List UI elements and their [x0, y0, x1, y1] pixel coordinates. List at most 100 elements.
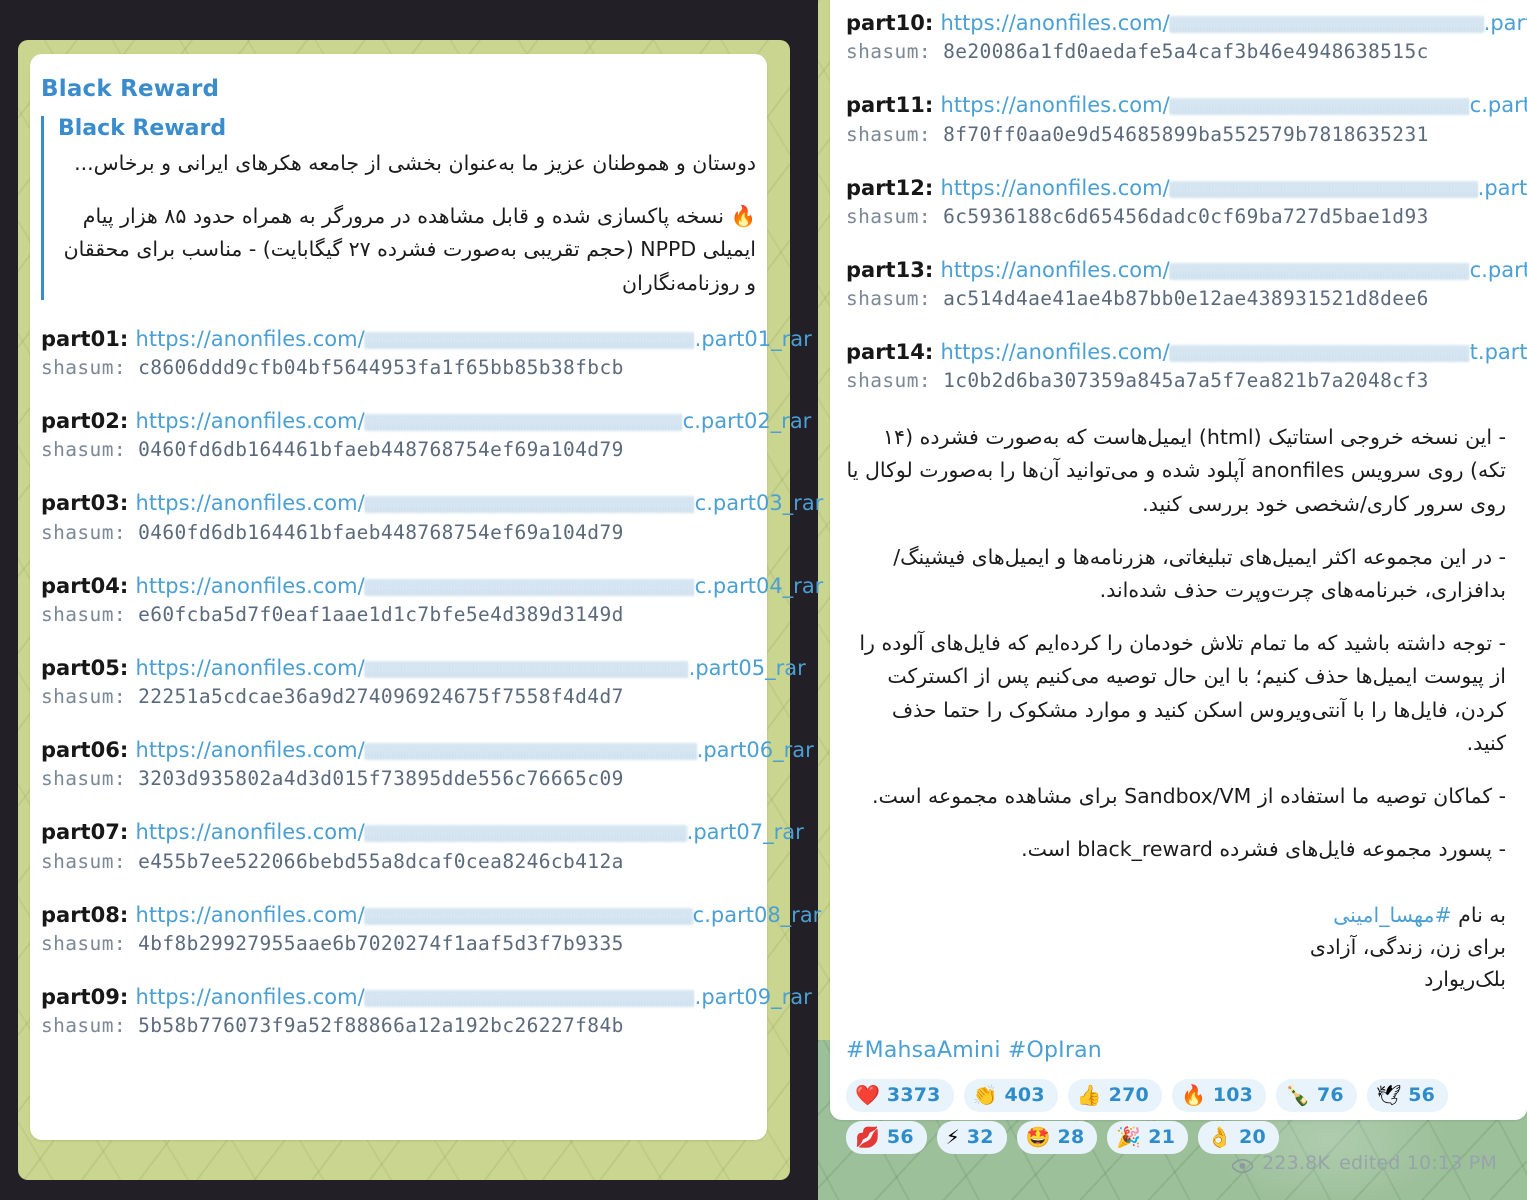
part-url-prefix[interactable]: https://anonfiles.com/: [136, 327, 365, 351]
part-url-suffix[interactable]: c.part04_rar: [695, 574, 824, 598]
quote-paragraph: دوستان و هموطنان عزیز ما به‌عنوان بخشی ا…: [74, 151, 756, 175]
part-url-prefix[interactable]: https://anonfiles.com/: [136, 491, 365, 515]
download-part-row: part05: https://anonfiles.com/ .part05_ra…: [41, 655, 806, 708]
download-part-list-left: part01: https://anonfiles.com/ .part01_ra…: [41, 326, 823, 1038]
shasum-value: 1c0b2d6ba307359a845a7a5f7ea821b7a2048cf3: [943, 369, 1429, 393]
download-part-link-line[interactable]: part02: https://anonfiles.com/c.part02_r…: [41, 408, 811, 434]
download-part-link-line[interactable]: part08: https://anonfiles.com/c.part08_r…: [41, 902, 821, 928]
part-url-suffix[interactable]: .part06_rar: [697, 738, 814, 762]
part-url-prefix[interactable]: https://anonfiles.com/: [941, 93, 1170, 117]
download-part-link-line[interactable]: part05: https://anonfiles.com/ .part05_ra…: [41, 655, 806, 681]
download-part-link-line[interactable]: part11: https://anonfiles.com/c.part11_r…: [846, 92, 1527, 118]
party-reaction[interactable]: 🎉 21: [1107, 1120, 1189, 1154]
part-label: part11:: [846, 93, 941, 118]
download-part-link-line[interactable]: part09: https://anonfiles.com/ .part09_ra…: [41, 984, 812, 1010]
part-url-suffix[interactable]: c.part13_rar: [1470, 258, 1527, 282]
ok-hand-reaction[interactable]: 👌 20: [1198, 1120, 1279, 1154]
download-part-row: part01: https://anonfiles.com/ .part01_ra…: [41, 326, 812, 379]
download-part-link-line[interactable]: part12: https://anonfiles.com/ .part12_ra…: [846, 175, 1527, 201]
kiss-reaction-icon: 💋: [855, 1125, 880, 1150]
quoted-message[interactable]: Black Reward دوستان و هموطنان عزیز ما به…: [41, 116, 756, 300]
clap-reaction-icon: 👏: [972, 1083, 998, 1108]
part-url-suffix[interactable]: .part07_rar: [687, 820, 804, 844]
kiss-reaction[interactable]: 💋 56: [846, 1120, 927, 1154]
part-url-prefix[interactable]: https://anonfiles.com/: [136, 903, 365, 927]
download-part-row: part02: https://anonfiles.com/c.part02_r…: [41, 408, 811, 462]
part-url-prefix[interactable]: https://anonfiles.com/: [941, 176, 1170, 200]
download-part-row: part11: https://anonfiles.com/c.part11_r…: [846, 92, 1527, 145]
shasum-line: shasum: 22251a5cdcae36a9d274096924675f75…: [41, 685, 756, 708]
part-url-suffix[interactable]: .part12_rar: [1478, 176, 1527, 200]
channel-title[interactable]: Black Reward: [41, 76, 756, 102]
part-label: part09:: [41, 984, 136, 1009]
shasum-label: shasum:: [41, 602, 139, 626]
redacted-url-slug: [364, 578, 695, 596]
champagne-reaction[interactable]: 🍾 76: [1276, 1078, 1357, 1112]
part-url-suffix[interactable]: t.part14_rar: [1470, 340, 1527, 364]
quote-paragraph: 🔥 نسخه پاکسازی شده و قابل مشاهده در مرور…: [63, 204, 756, 295]
part-url-suffix[interactable]: c.part02_rar: [683, 409, 812, 433]
mahsa-amini-hashtag-fa[interactable]: #مهسا_امینی: [1333, 903, 1452, 927]
part-url-suffix[interactable]: .part01_rar: [695, 327, 812, 351]
starstruck-reaction[interactable]: 🤩 28: [1016, 1120, 1098, 1154]
kiss-reaction-count: 56: [886, 1126, 914, 1149]
download-part-link-line[interactable]: part13: https://anonfiles.com/c.part13_r…: [846, 257, 1527, 283]
download-part-link-line[interactable]: part07: https://anonfiles.com/ .part07_ra…: [41, 819, 804, 845]
signature-line-1: به نام #مهسا_امینی: [846, 900, 1506, 932]
download-part-link-line[interactable]: part06: https://anonfiles.com/ .part06_ra…: [41, 737, 814, 763]
part-url-prefix[interactable]: https://anonfiles.com/: [136, 738, 365, 762]
hashtags[interactable]: #MahsaAmini #OpIran: [846, 1038, 1506, 1063]
part-url-suffix[interactable]: c.part03_rar: [695, 491, 824, 515]
redacted-url-slug: [364, 825, 687, 843]
clap-reaction[interactable]: 👏 403: [963, 1078, 1058, 1112]
part-url-prefix[interactable]: https://anonfiles.com/: [136, 820, 365, 844]
part-url-prefix[interactable]: https://anonfiles.com/: [941, 11, 1170, 35]
quoted-channel-title: Black Reward: [58, 116, 227, 141]
download-part-row: part06: https://anonfiles.com/ .part06_ra…: [41, 737, 814, 791]
shasum-label: shasum:: [41, 685, 139, 709]
shasum-line: shasum: c8606ddd9cfb04bf5644953fa1f65bb8…: [41, 356, 756, 379]
shasum-value: 0460fd6db164461bfaeb448768754ef69a104d79: [138, 438, 624, 462]
reaction-bar[interactable]: ❤️ 3373 👏 403 👍 270 🔥 103 🍾 76 🕊 56 💋 56 ⚡ 32 🤩 28 🎉 21 👌 20: [846, 1078, 1506, 1154]
part-url-prefix[interactable]: https://anonfiles.com/: [136, 409, 365, 433]
shasum-value: e455b7ee522066bebd55a8dcaf0cea8246cb412a: [138, 849, 624, 873]
part-url-prefix[interactable]: https://anonfiles.com/: [941, 258, 1170, 282]
part-url-suffix[interactable]: c.part11_rar: [1470, 93, 1527, 117]
download-part-row: part12: https://anonfiles.com/ .part12_ra…: [846, 175, 1527, 228]
part-url-suffix[interactable]: c.part08_rar: [693, 903, 822, 927]
thumbsup-reaction-count: 270: [1108, 1084, 1149, 1107]
shasum-value: 4bf8b29927955aae6b7020274f1aaf5d3f7b9335: [138, 931, 624, 955]
download-part-link-line[interactable]: part14: https://anonfiles.com/t.part14_r…: [846, 339, 1527, 365]
shasum-value: 3203d935802a4d3d015f73895dde556c76665c09: [138, 767, 624, 791]
part-url-prefix[interactable]: https://anonfiles.com/: [136, 985, 365, 1009]
shasum-label: shasum:: [41, 1014, 139, 1038]
part-url-prefix[interactable]: https://anonfiles.com/: [941, 340, 1170, 364]
shasum-value: e60fcba5d7f0eaf1aae1d1c7bfe5e4d389d3149d: [138, 602, 624, 626]
fire-reaction[interactable]: 🔥 103: [1171, 1078, 1267, 1112]
part-url-prefix[interactable]: https://anonfiles.com/: [136, 574, 365, 598]
fire-reaction-icon: 🔥: [1180, 1083, 1206, 1108]
part-url-prefix[interactable]: https://anonfiles.com/: [136, 656, 365, 680]
heart-reaction[interactable]: ❤️ 3373: [846, 1078, 954, 1112]
download-part-link-line[interactable]: part01: https://anonfiles.com/ .part01_ra…: [41, 326, 812, 352]
download-part-link-line[interactable]: part04: https://anonfiles.com/c.part04_r…: [41, 573, 823, 599]
heart-reaction-icon: ❤️: [855, 1083, 880, 1108]
part-url-suffix[interactable]: .part10_rar: [1484, 11, 1527, 35]
redacted-url-slug: [364, 660, 689, 678]
download-part-row: part07: https://anonfiles.com/ .part07_ra…: [41, 819, 804, 873]
dove-reaction[interactable]: 🕊 56: [1366, 1078, 1449, 1112]
redacted-url-slug: [1169, 345, 1470, 362]
part-label: part01:: [41, 326, 136, 351]
lightning-reaction[interactable]: ⚡ 32: [936, 1120, 1007, 1154]
part-label: part05:: [41, 655, 136, 680]
part-url-suffix[interactable]: .part05_rar: [689, 656, 806, 680]
download-part-row: part14: https://anonfiles.com/t.part14_r…: [846, 339, 1527, 393]
signature-prefix: به نام: [1451, 903, 1506, 928]
part-url-suffix[interactable]: .part09_rar: [695, 985, 812, 1009]
download-part-link-line[interactable]: part03: https://anonfiles.com/c.part03_r…: [41, 490, 823, 516]
download-part-link-line[interactable]: part10: https://anonfiles.com/ .part10_ra…: [846, 10, 1527, 36]
edited-timestamp: edited 10:13 PM: [1339, 1152, 1497, 1174]
thumbsup-reaction[interactable]: 👍 270: [1067, 1078, 1162, 1112]
party-reaction-count: 21: [1148, 1126, 1176, 1149]
download-part-list-right: part10: https://anonfiles.com/ .part10_ra…: [846, 10, 1527, 393]
